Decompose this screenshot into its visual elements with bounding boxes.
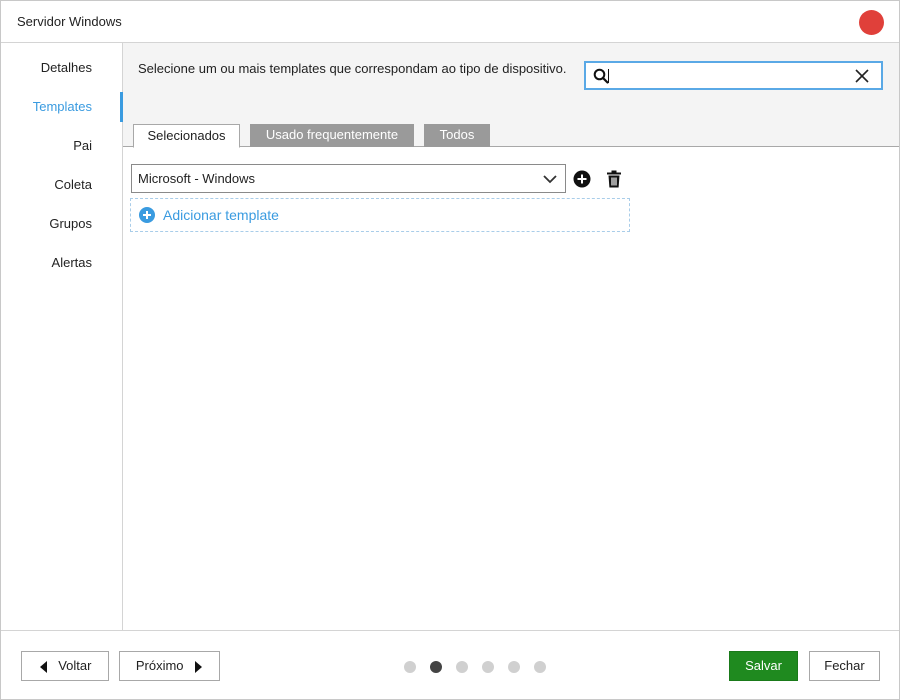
footer-bar: Voltar Próximo Salvar Fechar [1, 630, 899, 699]
sidebar-item-label: Grupos [49, 216, 92, 231]
add-circle-icon[interactable] [573, 170, 591, 188]
sidebar-item-pai[interactable]: Pai [1, 131, 122, 161]
chevron-down-icon [543, 175, 557, 184]
step-dot[interactable] [508, 661, 520, 673]
tab-todos[interactable]: Todos [424, 124, 490, 147]
template-select[interactable]: Microsoft - Windows [131, 164, 566, 193]
step-dot[interactable] [404, 661, 416, 673]
close-button-label: Fechar [824, 658, 865, 673]
caret-right-icon [195, 660, 203, 673]
main-panel: Selecione um ou mais templates que corre… [123, 43, 899, 630]
back-button-label: Voltar [58, 658, 92, 673]
title-bar: Servidor Windows [1, 1, 899, 43]
back-button[interactable]: Voltar [21, 651, 109, 681]
tab-label: Usado frequentemente [265, 127, 399, 142]
trash-icon[interactable] [605, 170, 623, 188]
sidebar-item-label: Alertas [51, 255, 92, 270]
tab-usado-frequentemente[interactable]: Usado frequentemente [250, 124, 414, 147]
sidebar-item-label: Pai [73, 138, 92, 153]
text-caret [608, 69, 609, 83]
add-template-button[interactable]: Adicionar template [130, 198, 630, 232]
step-dot[interactable] [482, 661, 494, 673]
tab-label: Todos [439, 127, 475, 142]
step-dot[interactable] [456, 661, 468, 673]
next-button-label: Próximo [135, 658, 184, 673]
sidebar-nav: Detalhes Templates Pai Coleta Grupos Ale… [1, 43, 124, 630]
instruction-text: Selecione um ou mais templates que corre… [138, 61, 567, 76]
plus-circle-icon [139, 207, 155, 223]
step-dot[interactable] [534, 661, 546, 673]
caret-left-icon [39, 660, 47, 673]
next-button[interactable]: Próximo [119, 651, 220, 681]
add-template-label: Adicionar template [163, 207, 279, 223]
window-title: Servidor Windows [17, 14, 122, 29]
template-select-value: Microsoft - Windows [138, 171, 256, 186]
tab-label: Selecionados [147, 128, 226, 143]
search-icon [593, 68, 609, 84]
step-dot[interactable] [430, 661, 442, 673]
close-icon[interactable] [854, 68, 870, 84]
save-button-label: Salvar [745, 658, 782, 673]
search-box [584, 61, 883, 90]
sidebar-item-label: Coleta [54, 177, 92, 192]
dialog-window: Servidor Windows Detalhes Templates Pai … [0, 0, 900, 700]
close-button[interactable]: Fechar [809, 651, 880, 681]
sidebar-item-label: Templates [32, 99, 92, 114]
sidebar-item-label: Detalhes [40, 60, 92, 75]
sidebar-item-alertas[interactable]: Alertas [1, 248, 122, 278]
search-input[interactable] [608, 66, 848, 86]
sidebar-item-detalhes[interactable]: Detalhes [1, 53, 122, 83]
sidebar-item-templates[interactable]: Templates [1, 92, 124, 122]
tab-selecionados[interactable]: Selecionados [133, 124, 240, 148]
sidebar-item-grupos[interactable]: Grupos [1, 209, 122, 239]
sidebar-item-coleta[interactable]: Coleta [1, 170, 122, 200]
close-window-button[interactable] [859, 10, 884, 35]
save-button[interactable]: Salvar [729, 651, 798, 681]
